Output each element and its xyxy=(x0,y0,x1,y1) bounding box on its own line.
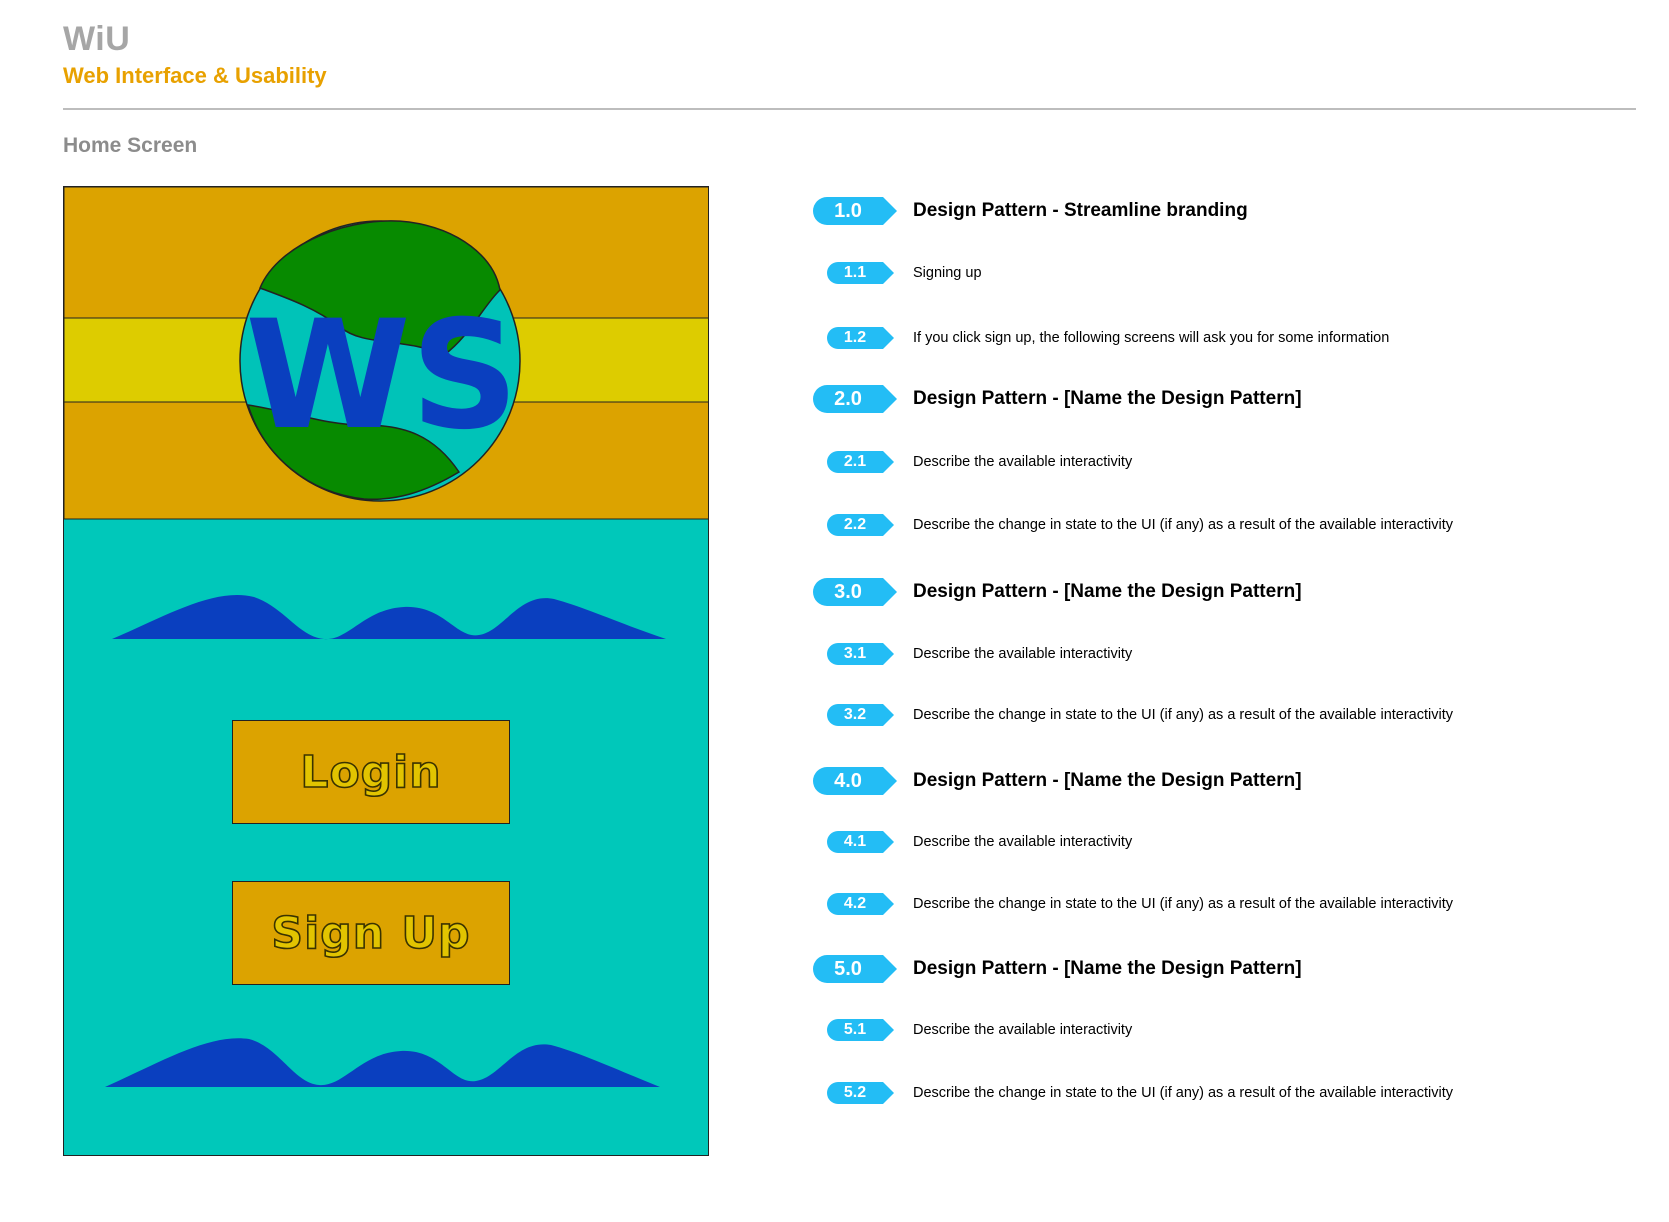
globe-logo: WS xyxy=(239,220,521,502)
annotation-row: 3.0 Design Pattern - [Name the Design Pa… xyxy=(813,572,1302,612)
annotation-text: Describe the available interactivity xyxy=(913,646,1133,662)
annotation-badge: 1.0 xyxy=(813,197,897,225)
screen-label: Home Screen xyxy=(63,134,198,157)
annotation-row: 4.2 Describe the change in state to the … xyxy=(813,884,1453,924)
annotation-badge: 5.0 xyxy=(813,955,897,983)
annotation-badge: 3.0 xyxy=(813,578,897,606)
annotation-badge: 2.1 xyxy=(827,451,894,473)
annotation-row: 4.1 Describe the available interactivity xyxy=(813,822,1132,862)
header-divider xyxy=(63,108,1636,110)
annotation-row: 1.2 If you click sign up, the following … xyxy=(813,318,1389,358)
decorative-wave-bottom xyxy=(105,1038,660,1087)
annotation-badge: 5.1 xyxy=(827,1019,894,1041)
signup-button[interactable]: Sign Up xyxy=(232,881,510,985)
annotation-row: 1.1 Signing up xyxy=(813,253,982,293)
annotation-text: If you click sign up, the following scre… xyxy=(913,330,1390,346)
annotation-row: 5.0 Design Pattern - [Name the Design Pa… xyxy=(813,949,1302,989)
brand-subtitle: Web Interface & Usability xyxy=(63,63,327,88)
annotation-badge: 1.2 xyxy=(827,327,894,349)
annotation-row: 2.1 Describe the available interactivity xyxy=(813,442,1132,482)
login-button-label: Login xyxy=(300,746,442,799)
decorative-wave-top xyxy=(112,595,666,640)
home-screen-mockup: WS Login Sign Up xyxy=(63,186,709,1156)
annotation-row: 3.2 Describe the change in state to the … xyxy=(813,695,1453,735)
annotation-text: Describe the available interactivity xyxy=(913,454,1133,470)
annotation-badge: 2.0 xyxy=(813,385,897,413)
brand-title: WiU xyxy=(63,20,131,58)
signup-button-label: Sign Up xyxy=(271,907,471,960)
annotation-text: Signing up xyxy=(913,265,982,281)
annotation-text: Design Pattern - Streamline branding xyxy=(913,200,1248,221)
mockup-artwork: WS xyxy=(64,187,708,1087)
annotation-badge: 2.2 xyxy=(827,514,894,536)
annotation-row: 1.0 Design Pattern - Streamline branding xyxy=(813,191,1248,231)
annotation-text: Describe the change in state to the UI (… xyxy=(913,1085,1453,1101)
annotation-badge: 4.2 xyxy=(827,893,894,915)
annotation-text: Describe the available interactivity xyxy=(913,834,1133,850)
annotation-text: Design Pattern - [Name the Design Patter… xyxy=(913,770,1302,791)
annotation-badge: 1.1 xyxy=(827,262,894,284)
annotation-text: Describe the change in state to the UI (… xyxy=(913,517,1453,533)
annotation-badge: 3.1 xyxy=(827,643,894,665)
annotation-text: Describe the change in state to the UI (… xyxy=(913,896,1453,912)
annotation-row: 2.0 Design Pattern - [Name the Design Pa… xyxy=(813,379,1302,419)
annotation-text: Design Pattern - [Name the Design Patter… xyxy=(913,958,1302,979)
annotation-badge: 4.0 xyxy=(813,767,897,795)
annotation-row: 2.2 Describe the change in state to the … xyxy=(813,505,1453,545)
annotation-row: 4.0 Design Pattern - [Name the Design Pa… xyxy=(813,761,1302,801)
annotation-badge: 3.2 xyxy=(827,704,894,726)
login-button[interactable]: Login xyxy=(232,720,510,824)
annotation-text: Design Pattern - [Name the Design Patter… xyxy=(913,581,1302,602)
annotation-row: 3.1 Describe the available interactivity xyxy=(813,634,1132,674)
annotation-row: 5.1 Describe the available interactivity xyxy=(813,1010,1132,1050)
annotation-badge: 5.2 xyxy=(827,1082,894,1104)
logo-text: WS xyxy=(245,289,519,463)
annotation-text: Describe the available interactivity xyxy=(913,1022,1133,1038)
annotation-text: Design Pattern - [Name the Design Patter… xyxy=(913,388,1302,409)
annotation-row: 5.2 Describe the change in state to the … xyxy=(813,1073,1453,1113)
annotation-badge: 4.1 xyxy=(827,831,894,853)
annotation-text: Describe the change in state to the UI (… xyxy=(913,707,1453,723)
